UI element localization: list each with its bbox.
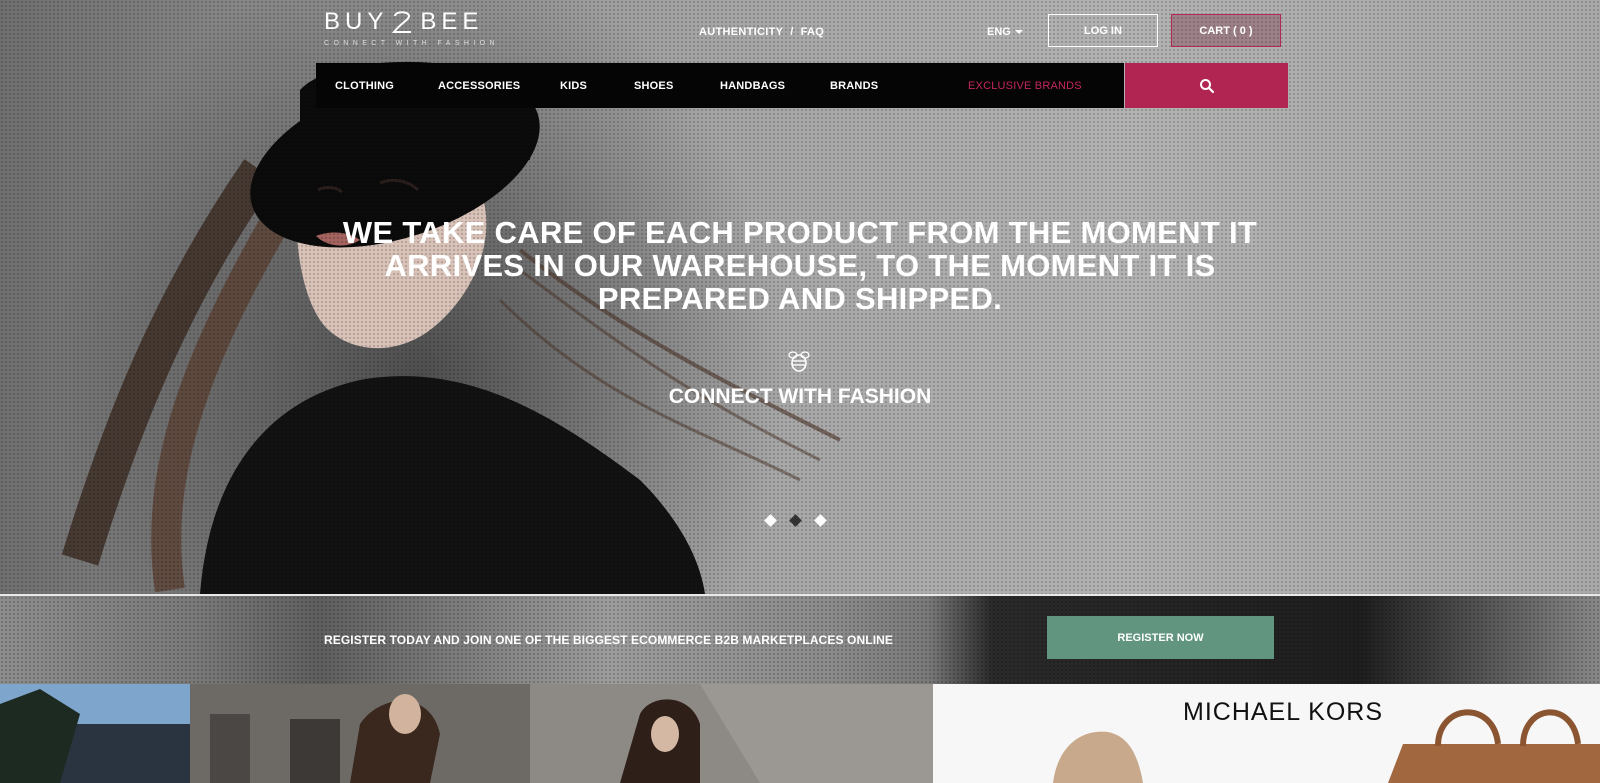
search-icon — [1199, 78, 1214, 93]
hero-headline: WE TAKE CARE OF EACH PRODUCT FROM THE MO… — [342, 215, 1258, 316]
faq-link[interactable]: FAQ — [801, 26, 825, 38]
login-button[interactable]: LOG IN — [1048, 14, 1158, 47]
slide-dot-1[interactable] — [764, 514, 777, 527]
authenticity-link[interactable]: AUTHENTICITY — [699, 26, 783, 38]
register-strip: REGISTER TODAY AND JOIN ONE OF THE BIGGE… — [0, 596, 1600, 684]
bee-icon — [788, 351, 810, 372]
nav-item-handbags[interactable]: HANDBAGS — [720, 80, 785, 92]
register-now-button[interactable]: REGISTER NOW — [1047, 616, 1274, 659]
logo-wordmark: BUY BEE — [324, 8, 514, 36]
hero-tagline: CONNECT WITH FASHION — [668, 385, 932, 408]
nav-item-accessories[interactable]: ACCESSORIES — [438, 80, 520, 92]
register-promo-text: REGISTER TODAY AND JOIN ONE OF THE BIGGE… — [324, 633, 893, 647]
nav-item-exclusive-brands[interactable]: EXCLUSIVE BRANDS — [968, 80, 1082, 92]
cart-button[interactable]: CART ( 0 ) — [1171, 14, 1281, 47]
logo-text-left: BUY — [324, 8, 389, 35]
promo-tile-left-image — [0, 684, 933, 783]
nav-item-clothing[interactable]: CLOTHING — [335, 80, 394, 92]
brand-products-image — [1053, 709, 1600, 783]
nav-item-brands[interactable]: BRANDS — [830, 80, 878, 92]
slide-dot-3[interactable] — [814, 514, 827, 527]
hanger-icon — [392, 11, 412, 33]
language-selector[interactable]: ENG — [987, 26, 1023, 38]
search-button[interactable] — [1125, 63, 1288, 108]
nav-item-shoes[interactable]: SHOES — [634, 80, 674, 92]
main-nav: CLOTHING ACCESSORIES KIDS SHOES HANDBAGS… — [316, 63, 1124, 108]
site-logo[interactable]: BUY BEE CONNECT WITH FASHION — [324, 8, 514, 52]
promo-tile-michael-kors[interactable]: MICHAEL KORS — [933, 684, 1600, 783]
nav-item-kids[interactable]: KIDS — [560, 80, 587, 92]
caret-down-icon — [1014, 30, 1023, 34]
slide-dot-2[interactable] — [789, 514, 802, 527]
slider-pagination — [764, 514, 827, 527]
promo-tile-left[interactable] — [0, 684, 933, 783]
top-links: AUTHENTICITY / FAQ — [699, 26, 824, 38]
link-separator: / — [790, 26, 794, 38]
logo-text-right: BEE — [420, 8, 484, 35]
language-label: ENG — [987, 26, 1011, 38]
logo-tagline: CONNECT WITH FASHION — [324, 40, 499, 47]
